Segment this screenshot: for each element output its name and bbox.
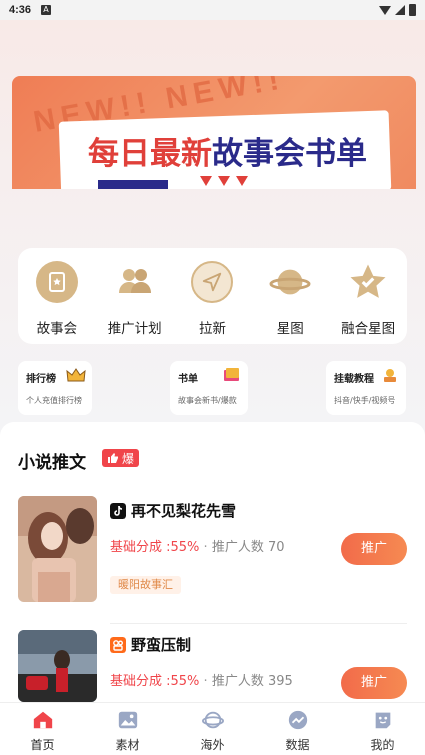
arrow-down-icon — [236, 176, 248, 186]
book-tag: 暖阳故事汇 — [110, 576, 181, 594]
bottom-tab-bar: 首页 素材 海外 数据 我的 — [0, 702, 425, 755]
stats-separator: · — [199, 674, 212, 689]
banner-title: 每日最新故事会书单 — [88, 128, 367, 173]
feed-title: 小说推文 — [18, 453, 86, 473]
commission-rate: 基础分成 :55% — [110, 674, 200, 689]
send-icon — [191, 261, 234, 303]
promo-banner[interactable]: NEW!! NEW!! 每日最新故事会书单 — [12, 76, 416, 189]
tab-label: 首页 — [30, 738, 55, 752]
mini-card-subtitle: 故事会新书/爆款 — [178, 396, 237, 405]
chart-icon — [288, 710, 307, 730]
status-icons — [379, 4, 416, 16]
menu-label: 推广计划 — [107, 321, 162, 337]
wifi-icon — [379, 5, 391, 15]
story-icon — [35, 261, 78, 303]
banner-arrows — [200, 176, 248, 186]
menu-item-story[interactable]: 故事会 — [19, 261, 95, 337]
book-item[interactable]: 再不见梨花先雪 基础分成 :55% · 推广人数 70 暖阳故事汇 推广 — [18, 496, 407, 604]
tutorial-card[interactable]: 挂载教程 抖音/快手/视频号 — [326, 361, 406, 415]
star-icon — [347, 261, 389, 303]
menu-item-promotion-plan[interactable]: 推广计划 — [97, 261, 173, 337]
menu-item-new-users[interactable]: 拉新 — [174, 261, 250, 337]
divider — [110, 623, 407, 624]
status-bar: 4:36 A — [0, 0, 425, 20]
kuaishou-icon — [110, 637, 126, 653]
planet-icon — [269, 261, 311, 303]
tab-data[interactable]: 数据 — [255, 703, 340, 755]
ranking-card[interactable]: 排行榜 个人充值排行榜 — [18, 361, 92, 415]
arrow-down-icon — [200, 176, 212, 186]
tab-label: 素材 — [115, 738, 140, 752]
book-title: 野蛮压制 — [131, 636, 192, 654]
image-icon — [118, 711, 137, 729]
profile-icon — [375, 712, 390, 729]
tab-home[interactable]: 首页 — [0, 703, 85, 755]
menu-label: 拉新 — [198, 321, 226, 337]
quick-menu: 故事会 推广计划 拉新 星图 融合星图 — [18, 248, 407, 344]
book-stats: 基础分成 :55% · 推广人数 395 — [110, 670, 293, 689]
banner-title-part1: 每日最新 — [88, 136, 212, 172]
tab-label: 海外 — [200, 738, 225, 752]
crown-icon — [66, 368, 86, 382]
commission-rate: 基础分成 :55% — [110, 540, 200, 555]
book-stats: 基础分成 :55% · 推广人数 70 — [110, 536, 285, 555]
hot-badge: 爆 — [102, 449, 140, 467]
tutorial-icon — [384, 369, 396, 382]
stats-separator: · — [199, 540, 212, 555]
arrow-down-icon — [218, 176, 230, 186]
banner-tag — [98, 180, 168, 189]
status-time: 4:36 — [9, 4, 32, 16]
promote-button[interactable]: 推广 — [341, 667, 407, 699]
menu-label: 星图 — [276, 321, 304, 337]
book-icon — [224, 368, 239, 381]
promoter-count: 推广人数 70 — [211, 540, 285, 555]
menu-label: 故事会 — [36, 321, 78, 337]
menu-item-fusion-star-map[interactable]: 融合星图 — [330, 261, 406, 337]
battery-icon — [409, 4, 416, 16]
menu-item-star-map[interactable]: 星图 — [252, 261, 328, 337]
book-cover — [18, 630, 97, 702]
book-title: 再不见梨花先雪 — [131, 502, 237, 520]
notification-icon: A — [41, 5, 52, 15]
hot-badge-text: 爆 — [122, 451, 135, 466]
promoter-count: 推广人数 395 — [211, 674, 293, 689]
thumbs-up-icon — [108, 453, 118, 463]
people-icon — [114, 261, 156, 303]
tab-label: 我的 — [370, 738, 395, 752]
booklist-card[interactable]: 书单 故事会新书/爆款 — [170, 361, 248, 415]
menu-label: 融合星图 — [341, 321, 396, 337]
globe-icon — [201, 711, 224, 729]
mini-card-subtitle: 个人充值排行榜 — [26, 396, 82, 405]
tab-profile[interactable]: 我的 — [340, 703, 425, 755]
signal-icon — [395, 5, 405, 15]
tab-overseas[interactable]: 海外 — [170, 703, 255, 755]
promote-button[interactable]: 推广 — [341, 533, 407, 565]
douyin-icon — [110, 503, 126, 519]
tab-materials[interactable]: 素材 — [85, 703, 170, 755]
mini-card-subtitle: 抖音/快手/视频号 — [334, 396, 396, 405]
tab-label: 数据 — [285, 738, 310, 752]
home-icon — [33, 711, 52, 729]
book-cover — [18, 496, 97, 602]
banner-title-part2: 故事会书单 — [212, 136, 367, 172]
